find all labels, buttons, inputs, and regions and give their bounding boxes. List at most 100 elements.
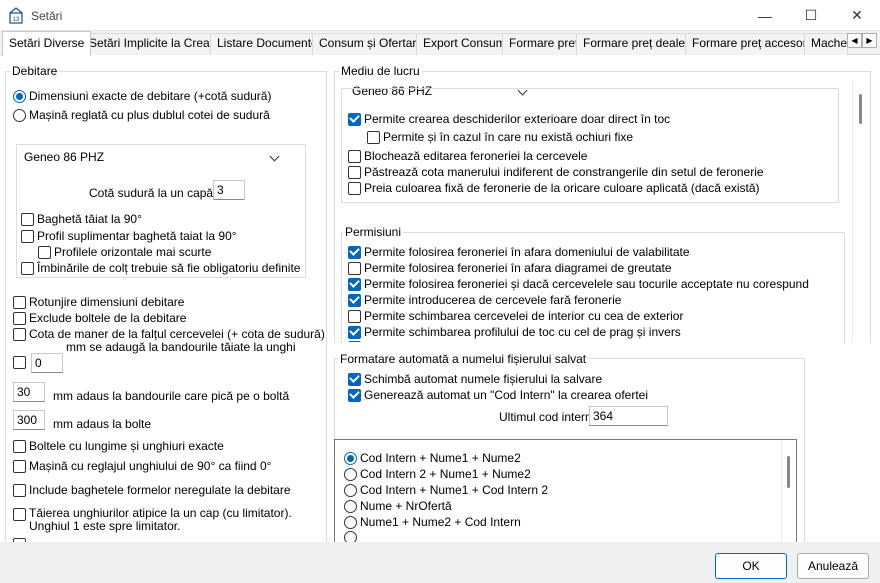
format-option-5[interactable]: Nume1 + Nume2 + Cod Intern [344, 515, 521, 529]
checkbox[interactable] [348, 261, 361, 275]
checkbox-boltele-lungime[interactable]: Boltele cu lungime și unghiuri exacte [13, 439, 224, 453]
radio-button[interactable] [13, 89, 26, 103]
radio-button[interactable] [344, 499, 357, 513]
ok-button[interactable]: OK [715, 553, 787, 579]
checkbox[interactable] [13, 311, 26, 325]
format-options-scrollbar[interactable] [781, 440, 796, 542]
checkbox[interactable] [348, 325, 361, 339]
checkbox[interactable] [348, 149, 361, 163]
tab-formare-pret-accesorii[interactable]: Formare preț accesorii [685, 33, 820, 55]
tab-formare-pret[interactable]: Formare preț [502, 33, 586, 55]
tab-scroll-right-button[interactable]: ▶ [862, 33, 877, 48]
format-option-6[interactable] [344, 531, 360, 542]
checkbox[interactable] [13, 327, 26, 341]
permisiuni-checkbox-6[interactable]: Permite schimbarea profilului de toc cu … [348, 325, 681, 339]
checkbox[interactable] [13, 439, 26, 453]
checkbox[interactable] [13, 508, 26, 521]
bolta-mm-input[interactable]: 30 [13, 382, 45, 402]
cota-sudura-label: Cotă sudură la un capăt: [89, 186, 220, 200]
cancel-button[interactable]: Anulează [797, 553, 869, 579]
format-options-list[interactable]: Cod Intern + Nume1 + Nume2 Cod Intern 2 … [334, 439, 797, 542]
mediu-checkbox-5[interactable]: Preia culoarea fixă de feronerie de la o… [348, 181, 760, 195]
radio-button[interactable] [344, 483, 357, 497]
checkbox[interactable] [348, 181, 361, 195]
mediu-checkbox-2[interactable]: Permite și în cazul în care nu există oc… [367, 130, 633, 144]
maximize-button[interactable]: ☐ [788, 0, 834, 31]
checkbox-masina-reglaj[interactable]: Mașină cu reglajul unghiului de 90° ca f… [13, 459, 271, 473]
mediu-checkbox-1[interactable]: Permite crearea deschiderilor exterioare… [348, 112, 670, 126]
checkbox[interactable] [21, 212, 34, 226]
mediu-checkbox-4[interactable]: Păstrează cota manerului indiferent de c… [348, 165, 764, 179]
checkbox[interactable] [21, 229, 34, 243]
scroll-thumb[interactable] [859, 94, 862, 124]
permisiuni-checkbox-2[interactable]: Permite folosirea feroneriei în afara di… [348, 261, 672, 275]
radio-dimensiuni-exacte[interactable]: Dimensiuni exacte de debitare (+cotă sud… [13, 89, 271, 103]
checkbox[interactable] [13, 459, 26, 473]
tab-export-consum[interactable]: Export Consum [416, 33, 513, 55]
format-option-1[interactable]: Cod Intern + Nume1 + Nume2 [344, 451, 521, 465]
checkbox[interactable] [348, 388, 361, 402]
checkbox[interactable] [348, 293, 361, 307]
close-button[interactable]: ✕ [834, 0, 880, 31]
tab-formare-pret-dealer[interactable]: Formare preț dealer [576, 33, 697, 55]
checkbox-bagheta-90[interactable]: Baghetă tăiat la 90° [21, 212, 142, 226]
checkbox-mm-bandouri[interactable] [13, 356, 29, 369]
mediu-checkbox-3[interactable]: Blochează editarea feroneriei la cerceve… [348, 149, 587, 163]
checkbox[interactable] [13, 356, 26, 369]
formatare-title: Formatare automată a numelui fișierului … [338, 352, 589, 366]
checkbox[interactable] [348, 309, 361, 323]
radio-button[interactable] [344, 531, 357, 542]
checkbox-cota-maner[interactable]: Cota de maner de la falțul cercevelei (+… [13, 327, 325, 341]
checkbox-schimba-automat[interactable]: Schimbă automat numele fișierului la sal… [348, 372, 602, 386]
format-option-4[interactable]: Nume + NrOfertă [344, 499, 452, 513]
permisiuni-checkbox-5[interactable]: Permite schimbarea cercevelei de interio… [348, 309, 683, 323]
tab-consum-ofertare[interactable]: Consum și Ofertare [312, 33, 431, 55]
radio-button[interactable] [344, 451, 357, 465]
checkbox[interactable] [367, 130, 380, 144]
debitare-profile-combo[interactable]: Geneo 86 PHZ [20, 147, 286, 168]
mm-bandouri-input[interactable]: 0 [31, 353, 63, 373]
permisiuni-list: Permite folosirea feroneriei în afara do… [342, 240, 844, 342]
permisiuni-checkbox-1[interactable]: Permite folosirea feroneriei în afara do… [348, 245, 690, 259]
minimize-button[interactable]: — [742, 0, 788, 31]
checkbox[interactable] [13, 483, 26, 497]
checkbox[interactable] [348, 112, 361, 126]
tab-listare-documente[interactable]: Listare Documente [210, 33, 325, 55]
checkbox-profile-orizontale[interactable]: Profilele orizontale mai scurte [38, 245, 211, 259]
radio-button[interactable] [344, 467, 357, 481]
mediu-scrollbar[interactable] [852, 80, 867, 342]
radio-button[interactable] [344, 515, 357, 529]
permisiuni-checkbox-4[interactable]: Permite introducerea de cercevele fară f… [348, 293, 621, 307]
cota-sudura-input[interactable]: 3 [213, 180, 245, 200]
checkbox[interactable] [348, 372, 361, 386]
tab-machete[interactable]: Machet [804, 33, 848, 55]
checkbox-taiere-unghiuri[interactable]: Tăierea unghiurilor atipice la un cap (c… [13, 507, 319, 533]
bolte-mm-input[interactable]: 300 [13, 410, 45, 430]
tab-setari-implicite[interactable]: Setări Implicite la Creare [82, 33, 228, 55]
checkbox[interactable] [13, 295, 26, 309]
checkbox[interactable] [38, 245, 51, 259]
checkbox[interactable] [348, 277, 361, 291]
chevron-down-icon [269, 151, 280, 162]
checkbox[interactable] [21, 261, 34, 275]
ultimul-cod-input[interactable]: 364 [589, 406, 668, 426]
radio-button[interactable] [13, 108, 26, 122]
arrow-left-icon: ◀ [851, 36, 858, 45]
checkbox-profil-suplimentar[interactable]: Profil suplimentar baghetă taiat la 90° [21, 229, 237, 243]
tab-setari-diverse[interactable]: Setări Diverse [2, 31, 92, 56]
checkbox-genereaza-cod[interactable]: Generează automat un "Cod Intern" la cre… [348, 388, 648, 402]
tab-scroll-left-button[interactable]: ◀ [847, 33, 862, 48]
permisiuni-checkbox-3[interactable]: Permite folosirea feroneriei și dacă cer… [348, 277, 809, 291]
checkbox-include-baghete[interactable]: Include baghetele formelor neregulate la… [13, 483, 291, 497]
checkbox[interactable] [348, 341, 361, 342]
permisiuni-checkbox-7[interactable] [348, 341, 364, 342]
scroll-thumb[interactable] [787, 456, 790, 488]
checkbox[interactable] [348, 245, 361, 259]
checkbox-exclude-boltele[interactable]: Exclude boltele de la debitare [13, 311, 186, 325]
checkbox-rotunjire[interactable]: Rotunjire dimensiuni debitare [13, 295, 184, 309]
format-option-2[interactable]: Cod Intern 2 + Nume1 + Nume2 [344, 467, 531, 481]
format-option-3[interactable]: Cod Intern + Nume1 + Cod Intern 2 [344, 483, 548, 497]
checkbox-imbinari[interactable]: Îmbinările de colț trebuie să fie obliga… [21, 261, 300, 275]
checkbox[interactable] [348, 165, 361, 179]
radio-masina-reglata[interactable]: Mașină reglată cu plus dublul cotei de s… [13, 108, 270, 122]
